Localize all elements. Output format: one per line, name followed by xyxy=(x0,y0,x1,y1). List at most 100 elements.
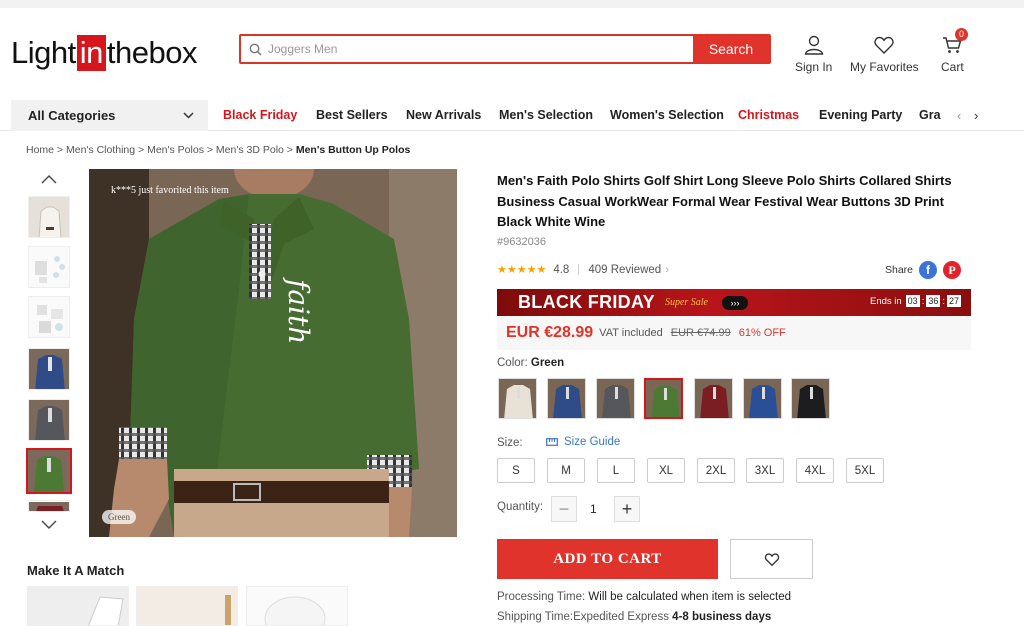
match-item-card[interactable] xyxy=(136,586,238,626)
color-swatch[interactable] xyxy=(547,378,586,419)
product-id: #9632036 xyxy=(497,236,546,248)
size-option[interactable]: XL xyxy=(647,458,685,483)
size-guide-link[interactable]: Size Guide xyxy=(546,436,620,448)
breadcrumb-link[interactable]: Men's Clothing xyxy=(66,144,135,156)
chevron-up-icon[interactable] xyxy=(26,172,72,186)
nav-prev-arrow-icon[interactable]: ‹ xyxy=(957,108,961,123)
rating-row[interactable]: ★★★★★ 4.8 409 Reviewed › xyxy=(497,263,669,277)
breadcrumb-link[interactable]: Men's Polos xyxy=(147,144,204,156)
quantity-label: Quantity: xyxy=(497,501,544,513)
sign-in-button[interactable]: Sign In xyxy=(795,34,832,74)
size-option[interactable]: L xyxy=(597,458,635,483)
site-logo[interactable]: Light in thebox xyxy=(11,33,197,73)
cart-button[interactable]: 0 Cart xyxy=(941,28,968,74)
promo-subtitle: Super Sale xyxy=(664,297,708,308)
heart-icon xyxy=(764,552,779,566)
chevron-right-icon: › xyxy=(665,263,669,276)
heart-icon xyxy=(874,36,894,54)
all-categories-dropdown[interactable]: All Categories xyxy=(11,100,208,131)
color-label-text: Color: xyxy=(497,357,528,369)
facebook-icon[interactable]: f xyxy=(919,261,938,279)
add-to-cart-button[interactable]: ADD TO CART xyxy=(497,539,718,579)
nav-item-graduation[interactable]: Graduation xyxy=(919,108,941,122)
logo-text-right: thebox xyxy=(106,35,198,70)
discount-label: 61% OFF xyxy=(738,327,786,339)
nav-item-new-arrivals[interactable]: New Arrivals xyxy=(406,108,481,122)
countdown-hours: 03 xyxy=(905,295,920,307)
color-swatch[interactable] xyxy=(694,378,733,419)
size-option[interactable]: 3XL xyxy=(746,458,784,483)
share-row: Share f P xyxy=(885,261,962,279)
thumbnail-image-selected[interactable] xyxy=(26,448,72,494)
match-item-card[interactable] xyxy=(27,586,129,626)
size-guide-label: Size Guide xyxy=(564,436,621,448)
review-count[interactable]: 409 Reviewed xyxy=(588,264,661,276)
thumbnail-image[interactable] xyxy=(28,500,70,512)
nav-item-black-friday[interactable]: Black Friday xyxy=(223,108,297,122)
size-option[interactable]: 2XL xyxy=(697,458,735,483)
nav-item-mens-selection[interactable]: Men's Selection xyxy=(499,108,593,122)
vat-note: VAT included xyxy=(599,327,663,339)
selected-color: Green xyxy=(530,357,565,369)
processing-time-label: Processing Time: xyxy=(497,591,586,603)
breadcrumb-link[interactable]: Home xyxy=(26,144,54,156)
size-option[interactable]: M xyxy=(547,458,585,483)
thumbnail-image[interactable] xyxy=(28,196,70,238)
favorites-button[interactable]: My Favorites xyxy=(850,34,919,74)
search-field[interactable] xyxy=(241,36,693,62)
chevron-down-icon xyxy=(183,112,194,119)
nav-item-christmas[interactable]: Christmas xyxy=(738,108,799,122)
size-option[interactable]: S xyxy=(497,458,535,483)
quantity-increase-button[interactable]: + xyxy=(614,496,640,522)
color-label: Color: Green xyxy=(497,357,564,369)
add-to-favorites-button[interactable] xyxy=(730,539,813,579)
sign-in-label: Sign In xyxy=(795,60,833,74)
divider xyxy=(578,264,580,275)
chevron-down-icon[interactable] xyxy=(26,518,72,532)
color-swatch[interactable] xyxy=(498,378,537,419)
color-swatch[interactable] xyxy=(596,378,635,419)
share-label: Share xyxy=(885,264,914,276)
cart-count-badge: 0 xyxy=(955,28,968,41)
thumbnail-image[interactable] xyxy=(28,246,70,288)
product-title: Men's Faith Polo Shirts Golf Shirt Long … xyxy=(497,173,952,229)
top-strip xyxy=(0,0,1024,8)
shipping-time-label: Shipping Time:Expedited Express xyxy=(497,611,669,623)
search-bar: Search xyxy=(239,34,771,64)
color-swatch[interactable] xyxy=(791,378,830,419)
shipping-time: Shipping Time:Expedited Express 4-8 busi… xyxy=(497,611,771,623)
logo-text-mid: in xyxy=(76,35,106,71)
quantity-decrease-button[interactable]: − xyxy=(551,496,577,522)
countdown-seconds: 27 xyxy=(946,295,961,307)
match-item-card[interactable] xyxy=(246,586,348,626)
size-option[interactable]: 4XL xyxy=(796,458,834,483)
black-friday-banner[interactable]: BLACK FRIDAY Super Sale ››› Ends in 03 :… xyxy=(497,289,971,316)
current-price: EUR €28.99 xyxy=(506,324,594,341)
ruler-icon xyxy=(546,438,558,446)
product-photo: faith xyxy=(89,169,457,537)
thumbnail-image[interactable] xyxy=(28,348,70,390)
thumbnail-image[interactable] xyxy=(28,399,70,441)
quantity-value[interactable]: 1 xyxy=(590,502,597,516)
size-option[interactable]: 5XL xyxy=(846,458,884,483)
color-swatch-selected[interactable] xyxy=(644,378,683,419)
nav-item-best-sellers[interactable]: Best Sellers xyxy=(316,108,388,122)
promo-title: BLACK FRIDAY xyxy=(518,292,655,312)
search-input[interactable] xyxy=(268,42,668,56)
search-button[interactable]: Search xyxy=(693,36,769,62)
rating-value: 4.8 xyxy=(553,263,570,276)
nav-item-womens-selection[interactable]: Women's Selection xyxy=(610,108,724,122)
pinterest-icon[interactable]: P xyxy=(943,261,962,279)
thumbnail-image[interactable] xyxy=(28,296,70,338)
breadcrumb-current: Men's Button Up Polos xyxy=(295,144,411,156)
color-swatch[interactable] xyxy=(743,378,782,419)
promo-arrow-icon[interactable]: ››› xyxy=(722,295,748,310)
countdown-label: Ends in xyxy=(869,295,902,307)
nav-next-arrow-icon[interactable]: › xyxy=(974,108,978,123)
nav-item-evening-party[interactable]: Evening Party xyxy=(819,108,902,122)
main-product-image[interactable]: faith k***5 just favorited this item Gre… xyxy=(89,169,457,537)
breadcrumb-link[interactable]: Men's 3D Polo xyxy=(216,144,284,156)
processing-time: Processing Time: Will be calculated when… xyxy=(497,591,791,603)
make-it-a-match-heading: Make It A Match xyxy=(27,563,125,578)
print-text: faith xyxy=(282,277,315,344)
